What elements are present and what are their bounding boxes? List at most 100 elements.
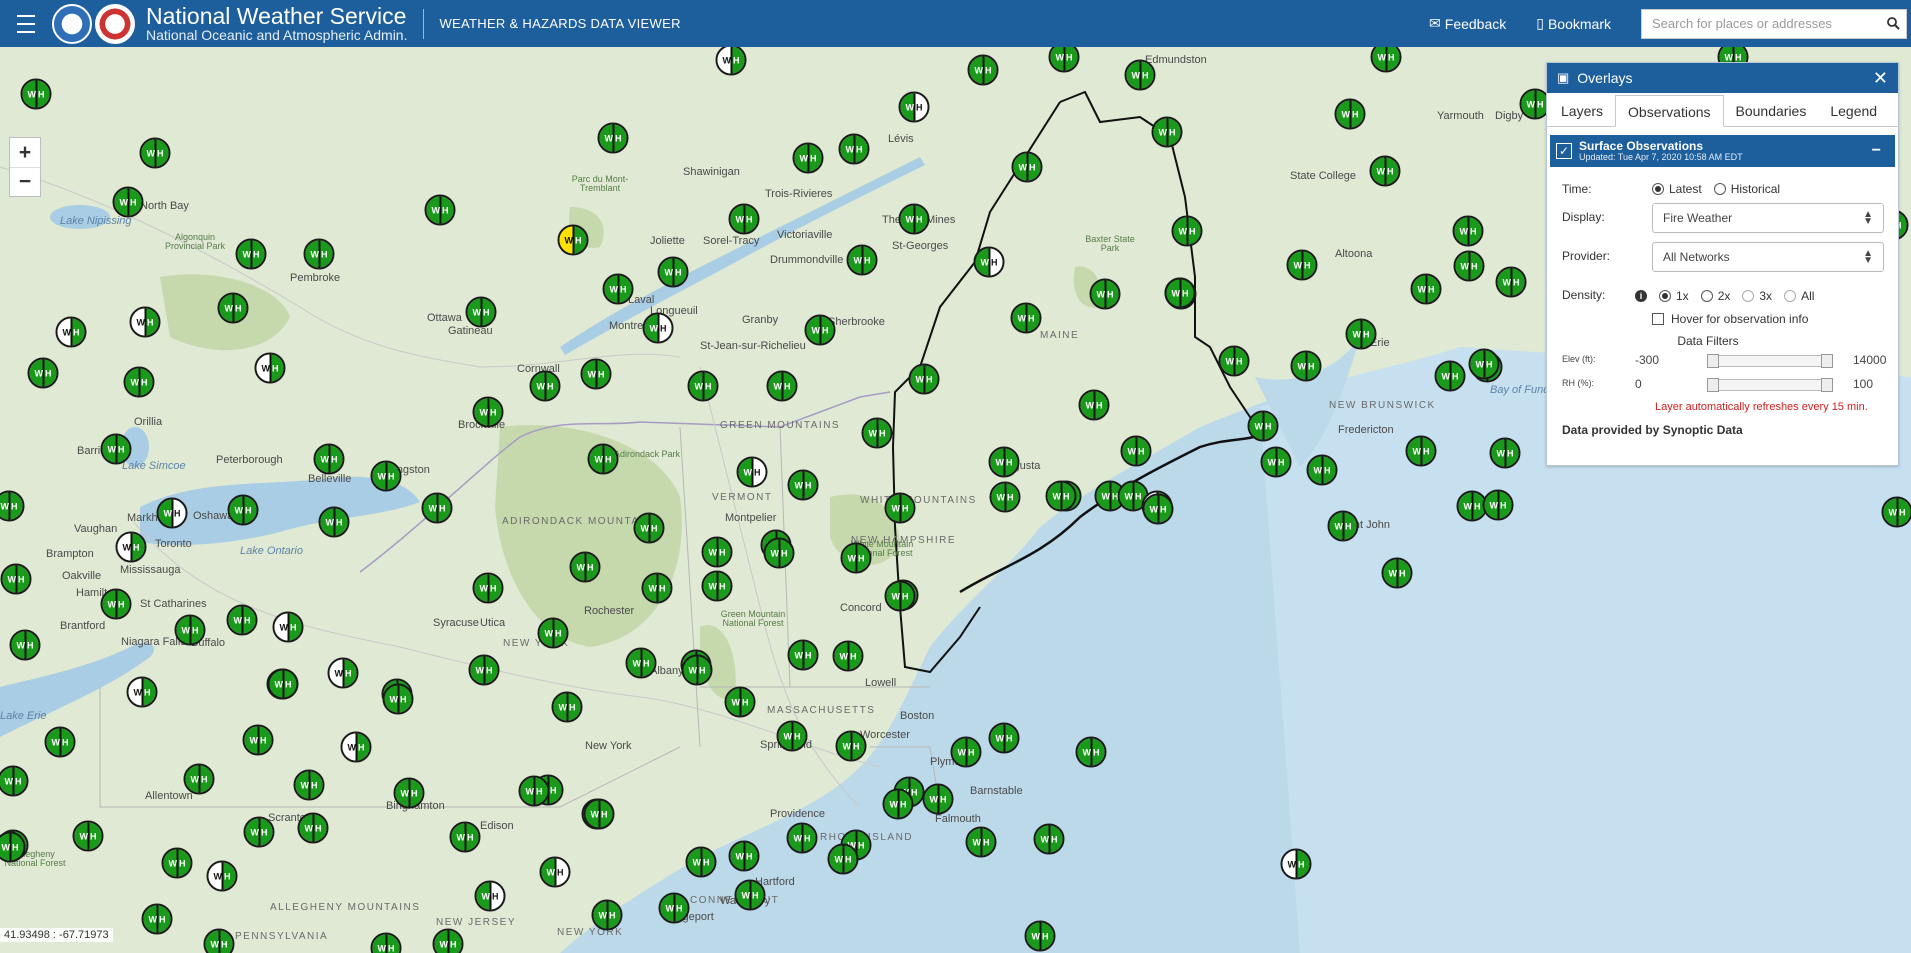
station-marker[interactable]: WH — [922, 783, 954, 815]
station-marker[interactable]: WH — [537, 617, 569, 649]
station-marker[interactable]: WH — [728, 203, 760, 235]
station-marker[interactable]: WH — [20, 78, 52, 110]
station-marker[interactable]: WH — [72, 820, 104, 852]
station-marker[interactable]: WH — [658, 892, 690, 924]
station-marker[interactable]: WH — [787, 639, 819, 671]
station-marker[interactable]: WH — [657, 256, 689, 288]
station-marker[interactable]: WH — [1489, 437, 1521, 469]
surface-observations-checkbox[interactable]: ✓ — [1556, 143, 1572, 159]
rh-slider[interactable] — [1707, 378, 1833, 392]
station-marker[interactable]: WH — [569, 551, 601, 583]
station-marker[interactable]: WH — [763, 537, 795, 569]
station-marker[interactable]: WH — [840, 542, 872, 574]
time-historical-label[interactable]: Historical — [1731, 182, 1780, 196]
station-marker[interactable]: WH — [112, 186, 144, 218]
elev-max-handle[interactable] — [1821, 354, 1833, 368]
station-marker[interactable]: WH — [139, 137, 171, 169]
station-marker[interactable]: WH — [183, 763, 215, 795]
station-marker[interactable]: WH — [1286, 249, 1318, 281]
station-marker[interactable]: WH — [303, 238, 335, 270]
close-icon[interactable]: ✕ — [1873, 68, 1888, 89]
density-3x-radio[interactable] — [1742, 290, 1755, 302]
station-marker[interactable]: WH — [1381, 557, 1413, 589]
station-marker[interactable]: WH — [967, 54, 999, 86]
station-marker[interactable]: WH — [734, 879, 766, 911]
station-marker[interactable]: WH — [715, 47, 747, 76]
station-marker[interactable]: WH — [950, 736, 982, 768]
station-marker[interactable]: WH — [792, 142, 824, 174]
station-marker[interactable]: WH — [884, 580, 916, 612]
station-marker[interactable]: WH — [1033, 823, 1065, 855]
station-marker[interactable]: WH — [529, 370, 561, 402]
collapse-button[interactable]: − — [1872, 142, 1881, 160]
station-marker[interactable]: WH — [1075, 736, 1107, 768]
station-marker[interactable]: WH — [0, 490, 25, 522]
density-all-label[interactable]: All — [1801, 289, 1814, 303]
station-marker[interactable]: WH — [468, 654, 500, 686]
station-marker[interactable]: WH — [1345, 318, 1377, 350]
station-marker[interactable]: WH — [988, 722, 1020, 754]
station-marker[interactable]: WH — [832, 640, 864, 672]
station-marker[interactable]: WH — [1290, 350, 1322, 382]
rh-min-handle[interactable] — [1707, 378, 1719, 392]
station-marker[interactable]: WH — [1124, 59, 1156, 91]
station-marker[interactable]: WH — [1078, 389, 1110, 421]
station-marker[interactable]: WH — [126, 676, 158, 708]
station-marker[interactable]: WH — [203, 928, 235, 953]
station-marker[interactable]: WH — [1045, 480, 1077, 512]
station-marker[interactable]: WH — [685, 846, 717, 878]
station-marker[interactable]: WH — [1370, 47, 1402, 73]
station-marker[interactable]: WH — [100, 433, 132, 465]
time-latest-radio[interactable] — [1652, 183, 1664, 195]
station-marker[interactable]: WH — [0, 831, 26, 863]
station-marker[interactable]: WH — [156, 497, 188, 529]
density-all-radio[interactable] — [1784, 290, 1797, 302]
elev-slider[interactable] — [1707, 354, 1833, 368]
station-marker[interactable]: WH — [217, 292, 249, 324]
station-marker[interactable]: WH — [474, 880, 506, 912]
station-marker[interactable]: WH — [432, 928, 464, 953]
station-marker[interactable]: WH — [123, 366, 155, 398]
station-marker[interactable]: WH — [1120, 435, 1152, 467]
station-marker[interactable]: WH — [55, 316, 87, 348]
station-marker[interactable]: WH — [908, 363, 940, 395]
feedback-button[interactable]: ✉ Feedback — [1429, 15, 1506, 32]
tab-boundaries[interactable]: Boundaries — [1724, 95, 1819, 126]
density-1x-radio[interactable] — [1659, 290, 1671, 302]
station-marker[interactable]: WH — [724, 686, 756, 718]
station-marker[interactable]: WH — [591, 899, 623, 931]
station-marker[interactable]: WH — [226, 604, 258, 636]
tab-legend[interactable]: Legend — [1818, 95, 1889, 126]
station-marker[interactable]: WH — [898, 91, 930, 123]
station-marker[interactable]: WH — [267, 668, 299, 700]
station-marker[interactable]: WH — [327, 657, 359, 689]
station-marker[interactable]: WH — [898, 203, 930, 235]
station-marker[interactable]: WH — [370, 932, 402, 953]
station-marker[interactable]: WH — [340, 731, 372, 763]
station-marker[interactable]: WH — [297, 812, 329, 844]
density-2x-radio[interactable] — [1700, 290, 1713, 302]
station-marker[interactable]: WH — [1453, 250, 1485, 282]
station-marker[interactable]: WH — [583, 798, 615, 830]
station-marker[interactable]: WH — [766, 370, 798, 402]
station-marker[interactable]: WH — [701, 536, 733, 568]
station-marker[interactable]: WH — [382, 683, 414, 715]
station-marker[interactable]: WH — [100, 588, 132, 620]
search-input[interactable] — [1642, 16, 1880, 31]
station-marker[interactable]: WH — [1171, 215, 1203, 247]
station-marker[interactable]: WH — [1024, 920, 1056, 952]
station-marker[interactable]: WH — [1247, 410, 1279, 442]
station-marker[interactable]: WH — [641, 572, 673, 604]
station-marker[interactable]: WH — [539, 856, 571, 888]
station-marker[interactable]: WH — [846, 244, 878, 276]
station-marker[interactable]: WH — [557, 224, 589, 256]
station-marker[interactable]: WH — [642, 312, 674, 344]
station-marker[interactable]: WH — [235, 238, 267, 270]
station-marker[interactable]: WH — [597, 122, 629, 154]
site-title[interactable]: National Weather Service — [146, 4, 407, 28]
station-marker[interactable]: WH — [1280, 848, 1312, 880]
tab-observations[interactable]: Observations — [1615, 95, 1724, 127]
station-marker[interactable]: WH — [227, 494, 259, 526]
station-marker[interactable]: WH — [580, 358, 612, 390]
info-icon[interactable]: i — [1635, 290, 1647, 302]
